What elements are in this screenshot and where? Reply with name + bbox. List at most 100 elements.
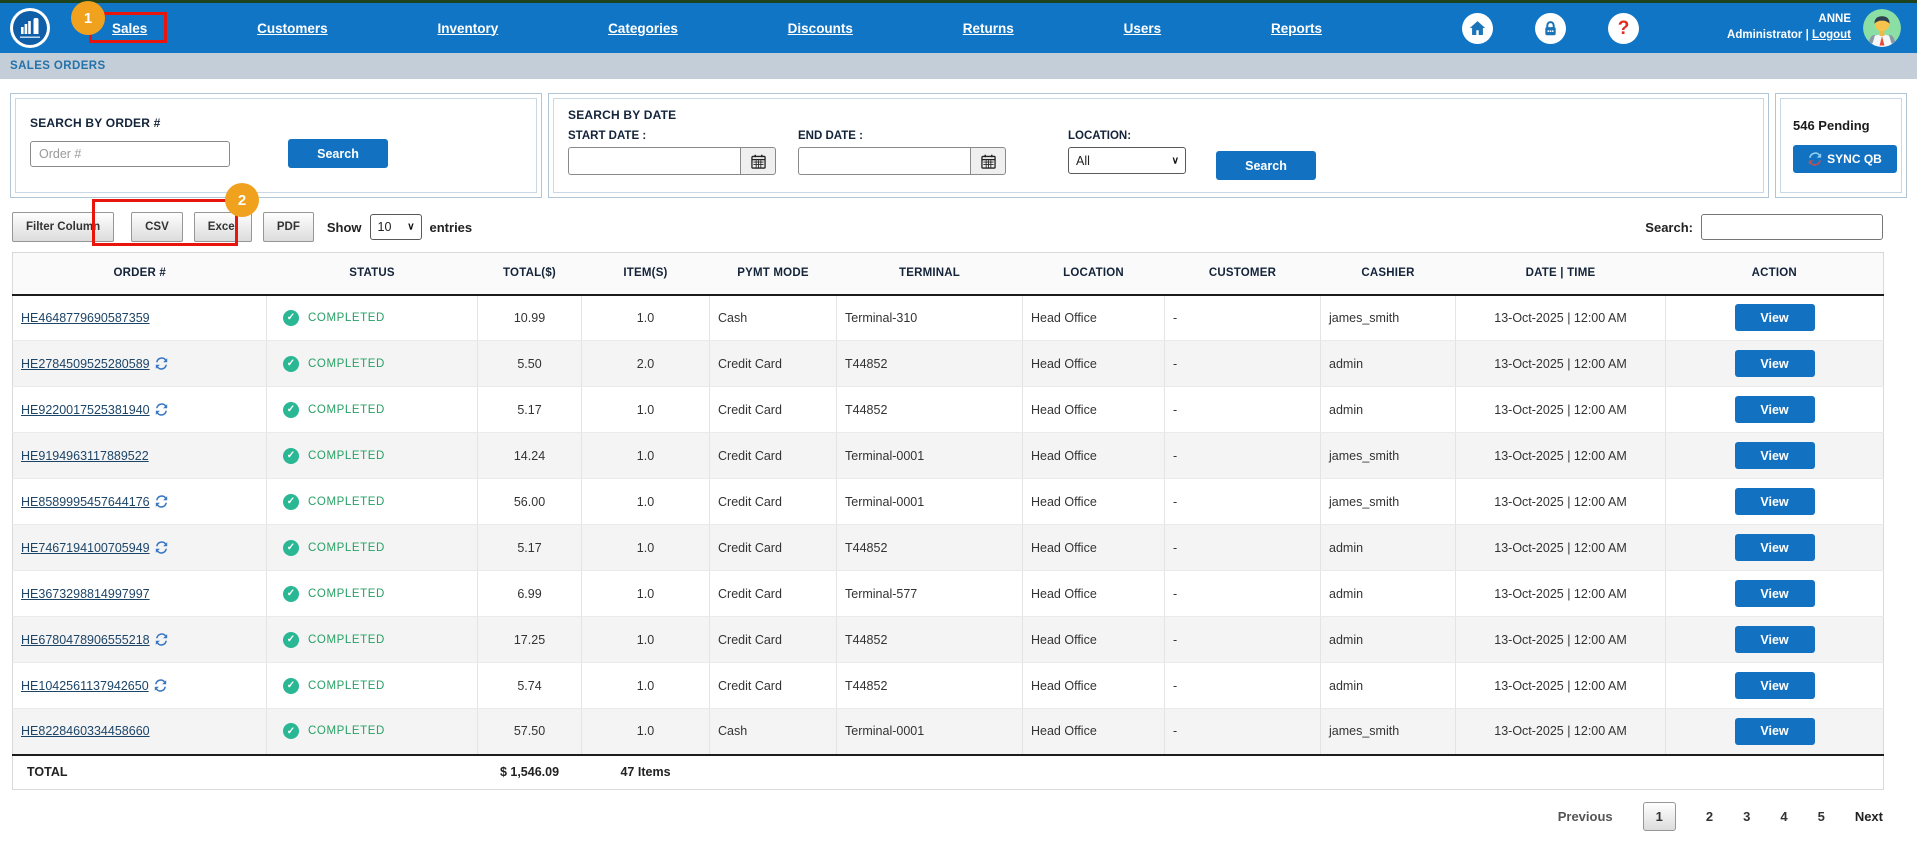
order-link[interactable]: HE8228460334458660 — [21, 724, 150, 738]
order-link[interactable]: HE9194963117889522 — [21, 449, 149, 463]
view-button[interactable]: View — [1735, 488, 1815, 515]
footer-items-count: 47 Items — [582, 755, 710, 790]
location-cell: Head Office — [1023, 525, 1165, 571]
location-select[interactable]: All — [1068, 147, 1186, 174]
column-header-pymt-mode[interactable]: PYMT MODE — [710, 253, 837, 295]
terminal-cell: T44852 — [837, 387, 1023, 433]
status-badge: COMPLETED — [308, 542, 385, 554]
logout-link[interactable]: Logout — [1812, 29, 1851, 41]
nav-item-users[interactable]: Users — [1124, 21, 1162, 36]
start-date-calendar-icon[interactable] — [740, 147, 776, 175]
pagination-page-2[interactable]: 2 — [1706, 809, 1713, 824]
pagination-page-3[interactable]: 3 — [1743, 809, 1750, 824]
order-link[interactable]: HE3673298814997997 — [21, 587, 150, 601]
table-row: HE9220017525381940✓COMPLETED5.171.0Credi… — [13, 387, 1884, 433]
help-icon[interactable]: ? — [1608, 13, 1639, 44]
view-button[interactable]: View — [1735, 442, 1815, 469]
view-button[interactable]: View — [1735, 718, 1815, 745]
location-cell: Head Office — [1023, 617, 1165, 663]
export-excel-button[interactable]: Excel — [194, 212, 252, 242]
table-search-label: Search: — [1645, 220, 1693, 235]
order-link[interactable]: HE8589995457644176 — [21, 495, 150, 509]
order-link[interactable]: HE1042561137942650 — [21, 679, 149, 693]
column-header-order[interactable]: ORDER # — [13, 253, 267, 295]
nav-item-customers[interactable]: Customers — [257, 21, 328, 36]
column-header-cashier[interactable]: CASHIER — [1321, 253, 1456, 295]
view-button[interactable]: View — [1735, 304, 1815, 331]
order-link[interactable]: HE6780478906555218 — [21, 633, 150, 647]
lock-icon[interactable] — [1535, 13, 1566, 44]
pagination-page-5[interactable]: 5 — [1818, 809, 1825, 824]
datetime-cell: 13-Oct-2025 | 12:00 AM — [1456, 341, 1666, 387]
nav-item-sales[interactable]: Sales — [112, 21, 147, 36]
top-navbar: Sales Customers Inventory Categories Discoun… — [0, 3, 1917, 53]
check-icon: ✓ — [283, 586, 299, 602]
order-number-input[interactable] — [30, 141, 230, 167]
column-header-customer[interactable]: CUSTOMER — [1165, 253, 1321, 295]
total-cell: 5.74 — [478, 663, 582, 709]
export-pdf-button[interactable]: PDF — [263, 212, 314, 242]
end-date-label: END DATE : — [798, 130, 1006, 142]
total-cell: 57.50 — [478, 709, 582, 755]
view-button[interactable]: View — [1735, 350, 1815, 377]
order-link[interactable]: HE2784509525280589 — [21, 357, 150, 371]
pymt-mode-cell: Credit Card — [710, 617, 837, 663]
table-search-input[interactable] — [1701, 214, 1883, 240]
view-button[interactable]: View — [1735, 672, 1815, 699]
column-header-total[interactable]: TOTAL($) — [478, 253, 582, 295]
pymt-mode-cell: Credit Card — [710, 479, 837, 525]
user-block: ANNE Administrator | Logout — [1727, 12, 1851, 43]
home-icon[interactable] — [1462, 13, 1493, 44]
datetime-cell: 13-Oct-2025 | 12:00 AM — [1456, 617, 1666, 663]
breadcrumb: SALES ORDERS — [0, 53, 1917, 79]
column-header-terminal[interactable]: TERMINAL — [837, 253, 1023, 295]
start-date-input[interactable] — [568, 147, 740, 175]
nav-item-reports[interactable]: Reports — [1271, 21, 1322, 36]
action-cell: View — [1666, 571, 1884, 617]
end-date-input[interactable] — [798, 147, 970, 175]
end-date-calendar-icon[interactable] — [970, 147, 1006, 175]
view-button[interactable]: View — [1735, 534, 1815, 561]
column-header-item-s[interactable]: ITEM(S) — [582, 253, 710, 295]
column-header-action[interactable]: ACTION — [1666, 253, 1884, 295]
status-cell: ✓COMPLETED — [267, 479, 478, 525]
sync-qb-button[interactable]: SYNC QB — [1793, 145, 1897, 173]
status-cell: ✓COMPLETED — [267, 387, 478, 433]
check-icon: ✓ — [283, 356, 299, 372]
filter-column-button[interactable]: Filter Column — [12, 212, 114, 242]
check-icon: ✓ — [283, 494, 299, 510]
nav-item-categories[interactable]: Categories — [608, 21, 678, 36]
column-header-location[interactable]: LOCATION — [1023, 253, 1165, 295]
action-cell: View — [1666, 709, 1884, 755]
nav-item-discounts[interactable]: Discounts — [788, 21, 853, 36]
nav-item-returns[interactable]: Returns — [963, 21, 1014, 36]
user-avatar[interactable] — [1863, 9, 1901, 47]
order-link[interactable]: HE7467194100705949 — [21, 541, 150, 555]
pagination-page-4[interactable]: 4 — [1780, 809, 1787, 824]
app-logo[interactable] — [10, 8, 50, 48]
sync-icon — [154, 679, 167, 692]
cashier-cell: james_smith — [1321, 479, 1456, 525]
cashier-cell: admin — [1321, 387, 1456, 433]
export-csv-button[interactable]: CSV — [131, 212, 183, 242]
customer-cell: - — [1165, 387, 1321, 433]
order-link[interactable]: HE9220017525381940 — [21, 403, 150, 417]
pagination-next[interactable]: Next — [1855, 809, 1883, 824]
total-cell: 5.50 — [478, 341, 582, 387]
pagination-previous[interactable]: Previous — [1558, 809, 1613, 824]
table-header-row: ORDER #STATUSTOTAL($)ITEM(S)PYMT MODETER… — [13, 253, 1884, 295]
nav-item-inventory[interactable]: Inventory — [437, 21, 498, 36]
order-search-button[interactable]: Search — [288, 139, 388, 168]
order-cell: HE1042561137942650 — [13, 663, 267, 709]
order-cell: HE7467194100705949 — [13, 525, 267, 571]
view-button[interactable]: View — [1735, 396, 1815, 423]
column-header-date-time[interactable]: DATE | TIME — [1456, 253, 1666, 295]
status-cell: ✓COMPLETED — [267, 663, 478, 709]
column-header-status[interactable]: STATUS — [267, 253, 478, 295]
view-button[interactable]: View — [1735, 580, 1815, 607]
pagination-page-1[interactable]: 1 — [1643, 802, 1676, 831]
page-size-select[interactable]: 10 — [370, 214, 422, 240]
order-link[interactable]: HE4648779690587359 — [21, 311, 150, 325]
view-button[interactable]: View — [1735, 626, 1815, 653]
date-search-button[interactable]: Search — [1216, 151, 1316, 180]
